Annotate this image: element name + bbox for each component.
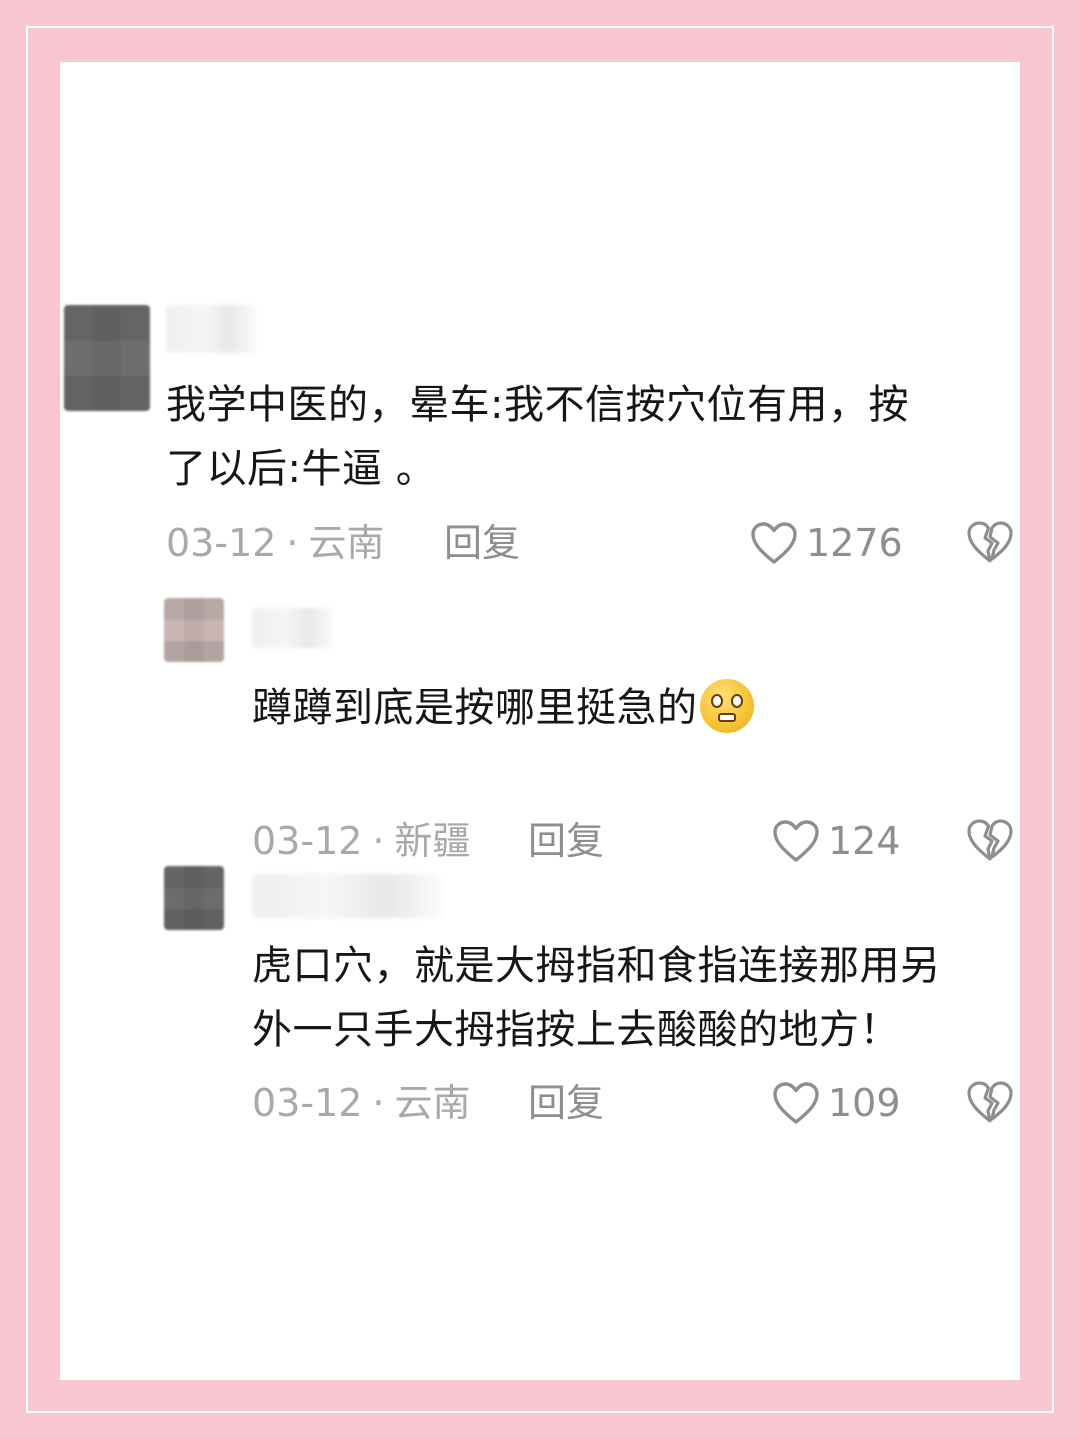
like-button[interactable]: 124	[772, 816, 901, 866]
dislike-button[interactable]	[966, 817, 1014, 865]
comment-text-body: 蹲蹲到底是按哪里挺急的	[252, 685, 698, 731]
broken-heart-icon	[966, 817, 1014, 863]
reply-item: 虎口穴，就是大拇指和食指连接那用另 外一只手大拇指按上去酸酸的地方！ 03-12…	[60, 866, 1020, 1136]
reply-button[interactable]: 回复	[444, 518, 520, 568]
comment-location: 新疆	[394, 819, 471, 863]
comment-item: 我学中医的，晕车:我不信按穴位有用，按 了以后:牛逼 。 03-12 · 云南 回复…	[60, 305, 1020, 585]
comment-date: 03-12	[166, 521, 277, 565]
meta-separator: ·	[372, 1081, 385, 1125]
comment-date: 03-12	[252, 819, 363, 863]
comment-text: 虎口穴，就是大拇指和食指连接那用另 外一只手大拇指按上去酸酸的地方！	[252, 943, 941, 1053]
avatar[interactable]	[164, 598, 224, 662]
reply-item: 蹲蹲到底是按哪里挺急的 03-12 · 新疆 回复 124	[60, 594, 1020, 863]
username-blurred[interactable]	[252, 608, 332, 648]
like-button[interactable]: 109	[772, 1078, 901, 1128]
like-count: 124	[828, 819, 901, 863]
dislike-button[interactable]	[966, 1079, 1014, 1127]
reply-button[interactable]: 回复	[528, 816, 604, 866]
meta-separator: ·	[372, 819, 385, 863]
comment-meta: 03-12 · 云南	[252, 1078, 471, 1128]
dislike-button[interactable]	[966, 519, 1014, 567]
broken-heart-icon	[966, 519, 1014, 565]
comment-text: 蹲蹲到底是按哪里挺急的	[252, 676, 1012, 740]
comment-location: 云南	[394, 1081, 471, 1125]
comment-card: 我学中医的，晕车:我不信按穴位有用，按 了以后:牛逼 。 03-12 · 云南 回复…	[60, 62, 1020, 1380]
comment-date: 03-12	[252, 1081, 363, 1125]
heart-outline-icon	[772, 1081, 820, 1125]
heart-outline-icon	[750, 521, 798, 565]
username-blurred[interactable]	[166, 305, 256, 353]
avatar[interactable]	[164, 866, 224, 930]
like-button[interactable]: 1276	[750, 518, 903, 568]
comment-meta: 03-12 · 新疆	[252, 816, 471, 866]
like-count: 1276	[806, 521, 903, 565]
username-blurred[interactable]	[252, 874, 442, 918]
comment-text: 我学中医的，晕车:我不信按穴位有用，按 了以后:牛逼 。	[166, 382, 909, 492]
like-count: 109	[828, 1081, 901, 1125]
comment-meta: 03-12 · 云南	[166, 518, 385, 568]
pleading-face-emoji	[699, 679, 754, 733]
heart-outline-icon	[772, 819, 820, 863]
meta-separator: ·	[286, 521, 299, 565]
comment-location: 云南	[308, 521, 385, 565]
avatar[interactable]	[64, 305, 150, 411]
reply-button[interactable]: 回复	[528, 1078, 604, 1128]
broken-heart-icon	[966, 1079, 1014, 1125]
